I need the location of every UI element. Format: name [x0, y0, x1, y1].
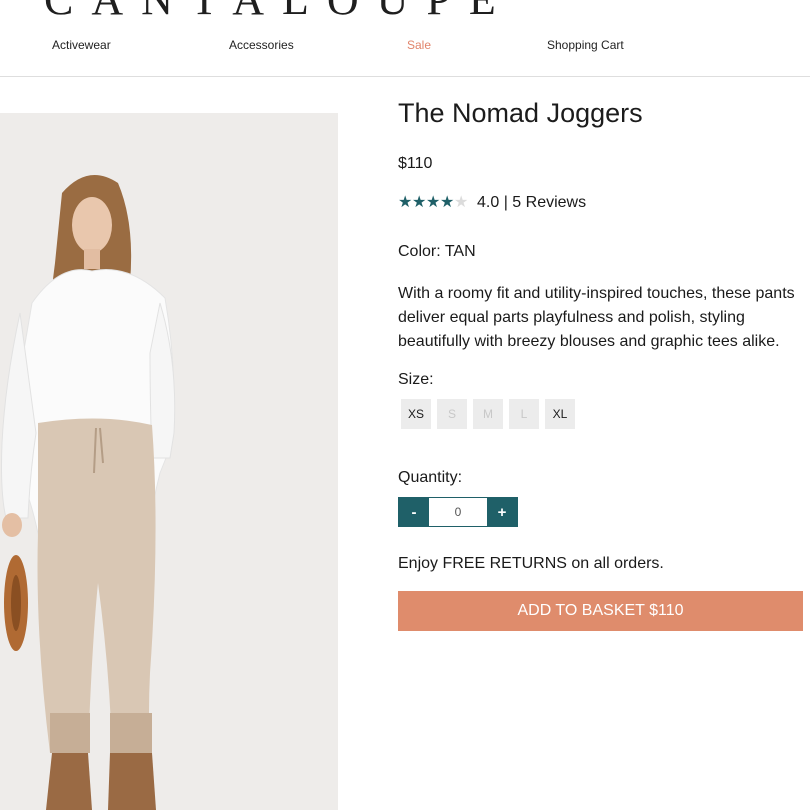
product-image — [0, 113, 338, 810]
quantity-label: Quantity: — [398, 469, 463, 486]
star-icon: ★ — [440, 194, 455, 211]
star-icon: ★ — [412, 194, 427, 211]
nav-shopping-cart[interactable]: Shopping Cart — [547, 38, 624, 52]
nav-accessories[interactable]: Accessories — [229, 38, 294, 52]
star-icon: ★ — [426, 194, 441, 211]
product-description: With a roomy fit and utility-inspired to… — [398, 285, 795, 350]
rating: ★ ★ ★ ★ ★ 4.0 | 5 Reviews — [398, 194, 586, 212]
star-empty-icon: ★ — [454, 194, 469, 211]
star-icon: ★ — [398, 194, 413, 211]
size-label: Size: — [398, 371, 434, 388]
size-xl-button[interactable]: XL — [545, 399, 575, 429]
product-color: Color: TAN — [398, 243, 476, 260]
add-to-basket-button[interactable]: ADD TO BASKET $110 — [398, 591, 803, 631]
nav-activewear[interactable]: Activewear — [52, 38, 111, 52]
product-title: The Nomad Joggers — [398, 98, 643, 128]
quantity-decrement-button[interactable]: - — [399, 498, 429, 526]
header-divider — [0, 76, 810, 77]
size-xs-button[interactable]: XS — [401, 399, 431, 429]
returns-notice: Enjoy FREE RETURNS on all orders. — [398, 555, 664, 572]
quantity-input[interactable] — [429, 498, 487, 526]
rating-text[interactable]: 4.0 | 5 Reviews — [477, 194, 586, 212]
brand-logo[interactable]: CANTALOUPE — [44, 0, 514, 25]
product-price: $110 — [398, 155, 433, 172]
size-options: XS S M L XL — [401, 399, 581, 429]
nav-sale[interactable]: Sale — [407, 38, 431, 52]
model-illustration — [0, 113, 338, 810]
quantity-stepper: - + — [398, 497, 518, 527]
quantity-increment-button[interactable]: + — [487, 498, 517, 526]
size-m-button[interactable]: M — [473, 399, 503, 429]
size-s-button[interactable]: S — [437, 399, 467, 429]
size-l-button[interactable]: L — [509, 399, 539, 429]
